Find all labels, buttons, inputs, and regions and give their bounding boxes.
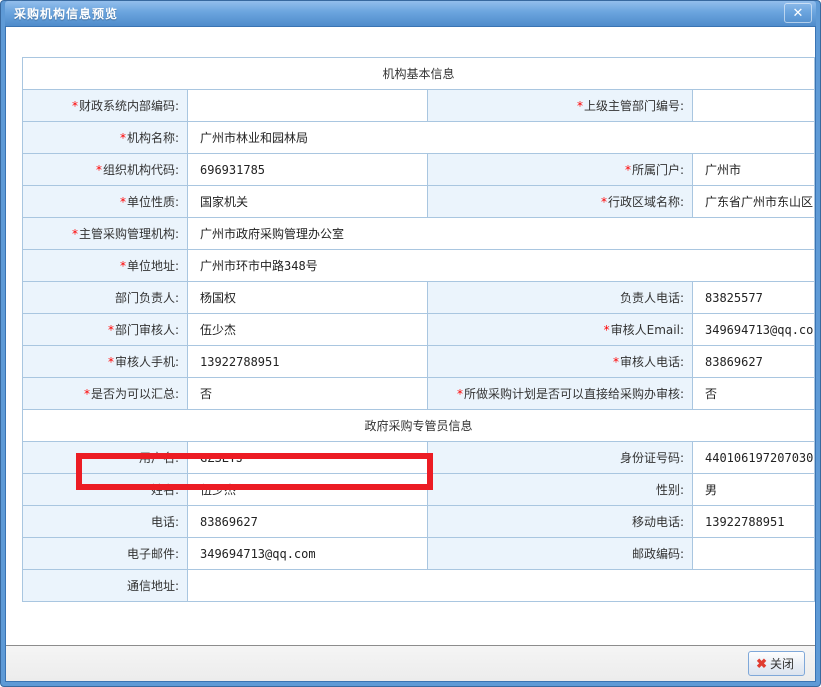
info-table-body: 机构基本信息*财政系统内部编码:*上级主管部门编号:*机构名称:广州市林业和园林… bbox=[23, 58, 815, 602]
table-row: *组织机构代码:696931785*所属门户:广州市 bbox=[23, 154, 815, 186]
table-row: *主管采购管理机构:广州市政府采购管理办公室 bbox=[23, 218, 815, 250]
required-asterisk: * bbox=[577, 99, 583, 113]
field-label: 身份证号码: bbox=[428, 442, 693, 474]
required-asterisk: * bbox=[72, 99, 78, 113]
required-asterisk: * bbox=[613, 355, 619, 369]
required-asterisk: * bbox=[108, 323, 114, 337]
required-asterisk: * bbox=[120, 131, 126, 145]
table-row: *单位地址:广州市环市中路348号 bbox=[23, 250, 815, 282]
field-label: *部门审核人: bbox=[23, 314, 188, 346]
table-row: *是否为可以汇总:否*所做采购计划是否可以直接给采购办审核:否 bbox=[23, 378, 815, 410]
table-row: *财政系统内部编码: *上级主管部门编号: bbox=[23, 90, 815, 122]
section-header: 机构基本信息 bbox=[23, 58, 815, 90]
table-row: 部门负责人:杨国权负责人电话:83825577 bbox=[23, 282, 815, 314]
field-value: 广州市环市中路348号 bbox=[188, 250, 815, 282]
field-label: 电话: bbox=[23, 506, 188, 538]
table-row: *部门审核人:伍少杰*审核人Email:349694713@qq.com bbox=[23, 314, 815, 346]
field-value bbox=[693, 90, 815, 122]
field-label: 姓名: bbox=[23, 474, 188, 506]
field-label: *组织机构代码: bbox=[23, 154, 188, 186]
field-label: *行政区域名称: bbox=[428, 186, 693, 218]
field-value: 否 bbox=[188, 378, 428, 410]
field-label: *审核人手机: bbox=[23, 346, 188, 378]
field-value: 伍少杰 bbox=[188, 474, 428, 506]
field-label: *所属门户: bbox=[428, 154, 693, 186]
section-header: 政府采购专管员信息 bbox=[23, 410, 815, 442]
field-value: 696931785 bbox=[188, 154, 428, 186]
preview-dialog: 采购机构信息预览 ✕ 机构基本信息*财政系统内部编码:*上级主管部门编号:*机构… bbox=[0, 0, 821, 687]
table-row: 电话:83869627移动电话:13922788951 bbox=[23, 506, 815, 538]
required-asterisk: * bbox=[84, 387, 90, 401]
field-label: *主管采购管理机构: bbox=[23, 218, 188, 250]
table-row: *单位性质:国家机关*行政区域名称:广东省广州市东山区 bbox=[23, 186, 815, 218]
required-asterisk: * bbox=[625, 163, 631, 177]
dialog-titlebar: 采购机构信息预览 bbox=[5, 1, 816, 26]
dialog-title: 采购机构信息预览 bbox=[14, 5, 118, 22]
field-label: *财政系统内部编码: bbox=[23, 90, 188, 122]
required-asterisk: * bbox=[72, 227, 78, 241]
field-value: 13922788951 bbox=[693, 506, 815, 538]
field-value: 国家机关 bbox=[188, 186, 428, 218]
field-label: *所做采购计划是否可以直接给采购办审核: bbox=[428, 378, 693, 410]
field-value: 13922788951 bbox=[188, 346, 428, 378]
close-button-x-icon: ✖ bbox=[756, 657, 767, 670]
field-label: *审核人电话: bbox=[428, 346, 693, 378]
table-row: 用户名:GZSLYJ身份证号码:440106197207030918 bbox=[23, 442, 815, 474]
field-label: 部门负责人: bbox=[23, 282, 188, 314]
section-row: 政府采购专管员信息 bbox=[23, 410, 815, 442]
field-value: 440106197207030918 bbox=[693, 442, 815, 474]
table-row: *审核人手机:13922788951*审核人电话:83869627 bbox=[23, 346, 815, 378]
required-asterisk: * bbox=[96, 163, 102, 177]
required-asterisk: * bbox=[457, 387, 463, 401]
required-asterisk: * bbox=[120, 259, 126, 273]
field-value: 男 bbox=[693, 474, 815, 506]
field-label: *上级主管部门编号: bbox=[428, 90, 693, 122]
field-label: *是否为可以汇总: bbox=[23, 378, 188, 410]
close-button-label: 关闭 bbox=[770, 655, 794, 672]
required-asterisk: * bbox=[604, 323, 610, 337]
field-value: 广州市政府采购管理办公室 bbox=[188, 218, 815, 250]
field-label: *审核人Email: bbox=[428, 314, 693, 346]
field-label: 电子邮件: bbox=[23, 538, 188, 570]
field-value: 83825577 bbox=[693, 282, 815, 314]
field-label: *机构名称: bbox=[23, 122, 188, 154]
field-label: 通信地址: bbox=[23, 570, 188, 602]
field-label: *单位地址: bbox=[23, 250, 188, 282]
field-label: 移动电话: bbox=[428, 506, 693, 538]
required-asterisk: * bbox=[601, 195, 607, 209]
dialog-content: 机构基本信息*财政系统内部编码:*上级主管部门编号:*机构名称:广州市林业和园林… bbox=[5, 26, 816, 682]
field-value: 83869627 bbox=[693, 346, 815, 378]
field-label: 邮政编码: bbox=[428, 538, 693, 570]
section-row: 机构基本信息 bbox=[23, 58, 815, 90]
info-table: 机构基本信息*财政系统内部编码:*上级主管部门编号:*机构名称:广州市林业和园林… bbox=[22, 57, 815, 602]
close-icon[interactable]: ✕ bbox=[784, 3, 812, 23]
close-button[interactable]: ✖ 关闭 bbox=[748, 651, 805, 676]
field-value bbox=[188, 570, 815, 602]
field-value: 伍少杰 bbox=[188, 314, 428, 346]
field-label: *单位性质: bbox=[23, 186, 188, 218]
dialog-footer: ✖ 关闭 bbox=[6, 645, 815, 681]
table-row: 电子邮件:349694713@qq.com邮政编码: bbox=[23, 538, 815, 570]
field-value: 349694713@qq.com bbox=[693, 314, 815, 346]
required-asterisk: * bbox=[108, 355, 114, 369]
field-value: 否 bbox=[693, 378, 815, 410]
required-asterisk: * bbox=[120, 195, 126, 209]
field-value: 广东省广州市东山区 bbox=[693, 186, 815, 218]
field-label: 性别: bbox=[428, 474, 693, 506]
table-row: 通信地址: bbox=[23, 570, 815, 602]
table-area: 机构基本信息*财政系统内部编码:*上级主管部门编号:*机构名称:广州市林业和园林… bbox=[6, 27, 815, 645]
table-row: *机构名称:广州市林业和园林局 bbox=[23, 122, 815, 154]
field-value bbox=[188, 90, 428, 122]
field-label: 负责人电话: bbox=[428, 282, 693, 314]
field-value: 杨国权 bbox=[188, 282, 428, 314]
field-value: GZSLYJ bbox=[188, 442, 428, 474]
field-value: 83869627 bbox=[188, 506, 428, 538]
field-value: 广州市 bbox=[693, 154, 815, 186]
field-value: 广州市林业和园林局 bbox=[188, 122, 815, 154]
field-label: 用户名: bbox=[23, 442, 188, 474]
field-value bbox=[693, 538, 815, 570]
table-row: 姓名:伍少杰性别:男 bbox=[23, 474, 815, 506]
field-value: 349694713@qq.com bbox=[188, 538, 428, 570]
